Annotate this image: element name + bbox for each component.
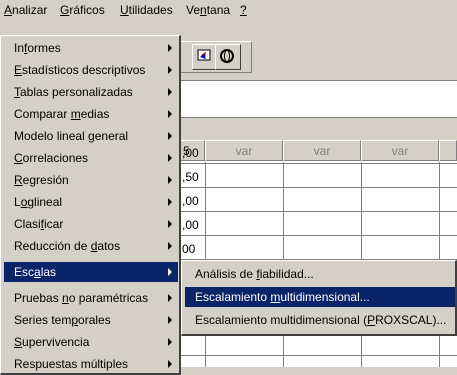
menu-help[interactable]: ? <box>240 3 247 17</box>
menu-item-loglineal[interactable]: Loglineal <box>4 192 178 212</box>
escalas-submenu: Análisis de fiabilidad... Escalamiento m… <box>181 260 457 336</box>
cell-value[interactable]: ,00 <box>182 194 199 208</box>
chevron-right-icon <box>168 198 172 206</box>
cell-value[interactable]: ,00 <box>182 218 199 232</box>
chevron-right-icon <box>168 268 172 276</box>
menu-item-correlaciones[interactable]: Correlaciones <box>4 148 178 168</box>
chevron-right-icon <box>168 220 172 228</box>
menu-item-modelo-lineal-general[interactable]: Modelo lineal general <box>4 126 178 146</box>
menu-analizar[interactable]: Analizar <box>4 3 47 17</box>
menu-utilidades[interactable]: Utilidades <box>120 3 173 17</box>
menu-item-supervivencia[interactable]: Supervivencia <box>4 332 178 352</box>
chevron-right-icon <box>168 294 172 302</box>
menu-item-tablas-personalizadas[interactable]: Tablas personalizadas <box>4 82 178 102</box>
menu-item-series-temporales[interactable]: Series temporales <box>4 310 178 330</box>
chevron-right-icon <box>168 66 172 74</box>
menu-item-reduccion-de-datos[interactable]: Reducción de datos <box>4 236 178 256</box>
scale-icon[interactable] <box>215 44 241 70</box>
grid-line <box>180 211 457 212</box>
menu-item-escalamiento-proxscal[interactable]: Escalamiento multidimensional (PROXSCAL)… <box>185 310 455 330</box>
menu-item-comparar-medias[interactable]: Comparar medias <box>4 104 178 124</box>
chevron-right-icon <box>168 110 172 118</box>
chevron-right-icon <box>168 44 172 52</box>
menu-graficos[interactable]: Gráficos <box>60 3 105 17</box>
menu-bar: Analizar Gráficos Utilidades Ventana ? <box>0 0 457 21</box>
cell-value[interactable]: ,00 <box>182 146 199 160</box>
grid-line <box>180 187 457 188</box>
menu-ventana[interactable]: Ventana <box>186 3 230 17</box>
menu-item-respuestas-multiples[interactable]: Respuestas múltiples <box>4 354 178 374</box>
chevron-right-icon <box>168 242 172 250</box>
column-header-var[interactable]: var <box>283 140 361 161</box>
analizar-menu: Informes Estadísticos descriptivos Tabla… <box>0 35 181 375</box>
menu-item-estadisticos-descriptivos[interactable]: Estadísticos descriptivos <box>4 60 178 80</box>
menu-item-regresion[interactable]: Regresión <box>4 170 178 190</box>
chevron-right-icon <box>168 338 172 346</box>
chevron-right-icon <box>168 176 172 184</box>
cell-value[interactable]: ,50 <box>182 170 199 184</box>
menu-item-analisis-fiabilidad[interactable]: Análisis de fiabilidad... <box>185 264 455 284</box>
menu-item-escalas[interactable]: Escalas <box>4 262 178 282</box>
column-header-var[interactable]: var <box>205 140 283 161</box>
cell-value[interactable]: 00 <box>182 242 195 256</box>
chevron-right-icon <box>168 88 172 96</box>
menu-item-escalamiento-multidimensional[interactable]: Escalamiento multidimensional... <box>185 287 455 307</box>
chevron-right-icon <box>168 132 172 140</box>
cell-editor[interactable] <box>180 80 457 118</box>
grid-line <box>180 163 457 164</box>
menu-item-pruebas-no-parametricas[interactable]: Pruebas no paramétricas <box>4 288 178 308</box>
column-header[interactable] <box>439 140 457 161</box>
chevron-right-icon <box>168 316 172 324</box>
chevron-right-icon <box>168 154 172 162</box>
menu-item-informes[interactable]: Informes <box>4 38 178 58</box>
grid-line <box>180 355 457 356</box>
column-header-var[interactable]: var <box>361 140 439 161</box>
grid-line <box>180 235 457 236</box>
menu-item-clasificar[interactable]: Clasificar <box>4 214 178 234</box>
